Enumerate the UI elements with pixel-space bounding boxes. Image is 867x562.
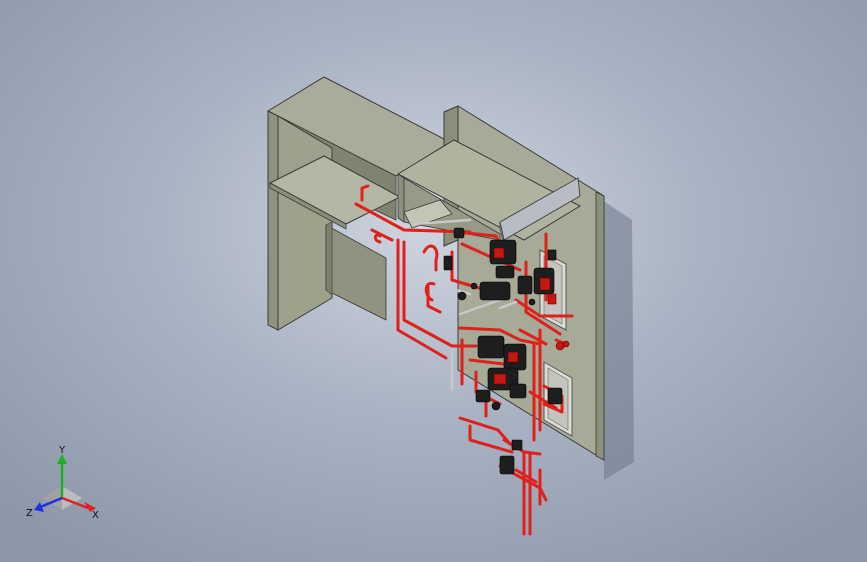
model-view[interactable]: [0, 0, 867, 562]
z-axis-label: Z: [26, 508, 33, 519]
x-axis-label: X: [92, 510, 99, 521]
y-axis-label: Y: [58, 446, 66, 456]
orientation-triad[interactable]: Y X Z: [24, 446, 104, 526]
cad-viewport[interactable]: Y X Z: [0, 0, 867, 562]
panel-shadow: [602, 200, 634, 480]
